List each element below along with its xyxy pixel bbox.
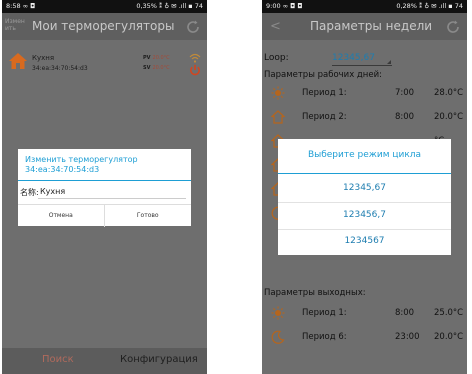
period-label: Период 1: [302, 308, 347, 318]
wifi-icon [189, 53, 201, 63]
period-temp: 28.0°C [434, 88, 464, 98]
cycle-option[interactable]: 123456,7 [278, 202, 451, 229]
period-temp: 20.0°C [434, 332, 464, 342]
sun-icon [271, 306, 285, 320]
loop-select[interactable]: 12345,67 [332, 53, 392, 66]
edit-menu-label[interactable]: Измен ить [5, 18, 25, 32]
loop-value: 12345,67 [332, 53, 375, 63]
cycle-option[interactable]: 12345,67 [278, 175, 451, 202]
period-temp: 25.0°C [434, 308, 464, 318]
device-mac: 34:ea:34:70:54:d3 [32, 65, 88, 72]
status-time: 8:58 ∞ ◘ [6, 2, 36, 10]
pv-reading: PV 20.0°C [143, 55, 170, 61]
period-time: 23:00 [395, 332, 420, 342]
period-label: Период 6: [302, 332, 347, 342]
action-bar: < Параметры недели [262, 13, 467, 40]
cycle-option[interactable]: 1234567 [278, 228, 451, 255]
status-time: 9:00 ∞ ◘ ◘ [266, 2, 303, 10]
status-bar: 8:58 ∞ ◘ 0,35% ⁑ ♁ ✉ .ıll ▪ 74 [2, 0, 207, 13]
period-time: 7:00 [395, 88, 415, 98]
house-icon [271, 110, 285, 124]
done-button[interactable]: Готово [105, 205, 192, 227]
device-name: Кухня [32, 54, 55, 62]
sv-value: 20.0°C [152, 65, 170, 71]
back-button[interactable]: < [270, 13, 281, 40]
device-list-item[interactable]: Кухня 34:ea:34:70:54:d3 PV 20.0°C SV 20.0°… [2, 48, 207, 102]
house-icon [9, 53, 27, 69]
dialog-title: Выберите режим цикла [307, 150, 422, 160]
bottom-nav: Поиск Конфигурация [2, 348, 207, 374]
dialog-divider [278, 173, 451, 174]
dialog-title: Изменить терморегулятор 34:ea:34:70:54:d… [25, 155, 138, 174]
edit-thermostat-dialog: Изменить терморегулятор 34:ea:34:70:54:d… [18, 149, 192, 227]
weekend-period-row[interactable]: Период 1: 8:00 25.0°C [262, 306, 467, 322]
sun-icon [271, 86, 285, 100]
period-time: 8:00 [395, 308, 415, 318]
loop-label: Loop: [264, 53, 289, 63]
weekend-heading: Параметры выходных: [264, 288, 366, 298]
name-label: 名称: [20, 188, 39, 197]
period-label: Период 1: [302, 88, 347, 98]
status-indicators: 0,35% ⁑ ♁ ✉ .ıll ▪ 74 [136, 2, 203, 10]
page-title: Параметры недели [310, 19, 433, 33]
period-row[interactable]: Период 2: 8:00 20.0°C [262, 110, 467, 126]
page-title: Мои терморегуляторы [32, 19, 175, 33]
right-phone-screen: 9:00 ∞ ◘ ◘ 0,28% ⁑ ♁ ✉ .ıll ▪ 74 < Парам… [262, 0, 467, 374]
config-tab[interactable]: Конфигурация [120, 354, 198, 365]
refresh-icon[interactable] [185, 19, 201, 35]
workdays-heading: Параметры рабочих дней: [264, 70, 382, 80]
sv-label: SV [143, 65, 151, 71]
cycle-mode-dialog: Выберите режим цикла 12345,67 123456,7 1… [278, 139, 451, 255]
moon-icon [271, 330, 285, 344]
power-icon[interactable] [189, 64, 201, 76]
name-input[interactable]: Кухня [40, 187, 65, 196]
period-temp: 20.0°C [434, 112, 464, 122]
dropdown-caret-icon [387, 60, 391, 64]
sv-reading: SV 20.0°C [143, 65, 170, 71]
period-label: Период 2: [302, 112, 347, 122]
cancel-button[interactable]: Отмена [18, 205, 105, 227]
status-indicators: 0,28% ⁑ ♁ ✉ .ıll ▪ 74 [396, 2, 463, 10]
dialog-divider [18, 180, 191, 181]
pv-value: 20.0°C [152, 55, 170, 61]
refresh-icon[interactable] [445, 19, 461, 35]
weekend-period-row[interactable]: Период 6: 23:00 20.0°C [262, 330, 467, 346]
left-phone-screen: 8:58 ∞ ◘ 0,35% ⁑ ♁ ✉ .ıll ▪ 74 Измен ить… [2, 0, 207, 374]
period-time: 8:00 [395, 112, 415, 122]
pv-label: PV [143, 55, 151, 61]
dialog-buttons: Отмена Готово [18, 204, 192, 227]
period-row[interactable]: Период 1: 7:00 28.0°C [262, 86, 467, 102]
search-tab[interactable]: Поиск [42, 354, 74, 365]
action-bar: Измен ить Мои терморегуляторы [2, 13, 207, 40]
name-input-underline [38, 198, 186, 199]
status-bar: 9:00 ∞ ◘ ◘ 0,28% ⁑ ♁ ✉ .ıll ▪ 74 [262, 0, 467, 13]
